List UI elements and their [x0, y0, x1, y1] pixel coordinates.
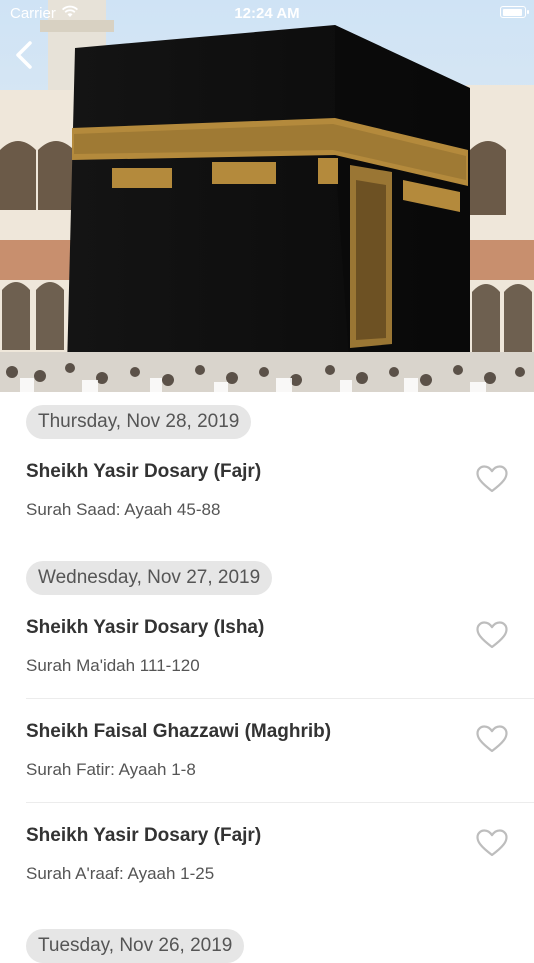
list-item[interactable]: Sheikh Faisal Ghazzawi (Maghrib) Surah F… — [26, 699, 534, 803]
list-item[interactable]: Sheikh Yasir Dosary (Fajr) Surah A'raaf:… — [26, 803, 534, 906]
surah-subtitle: Surah Fatir: Ayaah 1-8 — [26, 760, 196, 779]
date-header: Thursday, Nov 28, 2019 — [26, 405, 252, 439]
status-time: 12:24 AM — [234, 5, 300, 22]
chevron-left-icon — [16, 41, 32, 69]
surah-subtitle: Surah A'raaf: Ayaah 1-25 — [26, 864, 215, 883]
list-item[interactable]: Sheikh Yasir Dosary (Isha) Surah Ma'idah… — [26, 595, 534, 699]
date-section: Wednesday, Nov 27, 2019 Sheikh Yasir Dos… — [0, 542, 534, 906]
reciter-title: Sheikh Faisal Ghazzawi (Maghrib) — [26, 721, 332, 742]
status-bar: Carrier 12:24 AM — [0, 0, 534, 26]
favorite-button[interactable] — [476, 465, 508, 493]
date-section: Thursday, Nov 28, 2019 Sheikh Yasir Dosa… — [0, 392, 534, 542]
favorite-button[interactable] — [476, 725, 508, 753]
date-section: Tuesday, Nov 26, 2019 — [0, 906, 534, 963]
surah-subtitle: Surah Ma'idah 111-120 — [26, 656, 200, 675]
list-item[interactable]: Sheikh Yasir Dosary (Fajr) Surah Saad: A… — [26, 439, 534, 542]
surah-subtitle: Surah Saad: Ayaah 45-88 — [26, 500, 221, 519]
date-header: Tuesday, Nov 26, 2019 — [26, 929, 245, 963]
battery-icon — [500, 6, 529, 18]
header-image — [0, 0, 534, 392]
back-button[interactable] — [10, 38, 40, 72]
favorite-button[interactable] — [476, 829, 508, 857]
reciter-title: Sheikh Yasir Dosary (Fajr) — [26, 825, 262, 846]
reciter-title: Sheikh Yasir Dosary (Isha) — [26, 617, 265, 638]
favorite-button[interactable] — [476, 621, 508, 649]
kaaba-photo — [0, 0, 534, 392]
recitation-list: Thursday, Nov 28, 2019 Sheikh Yasir Dosa… — [0, 392, 534, 963]
date-header: Wednesday, Nov 27, 2019 — [26, 561, 273, 595]
reciter-title: Sheikh Yasir Dosary (Fajr) — [26, 461, 262, 482]
